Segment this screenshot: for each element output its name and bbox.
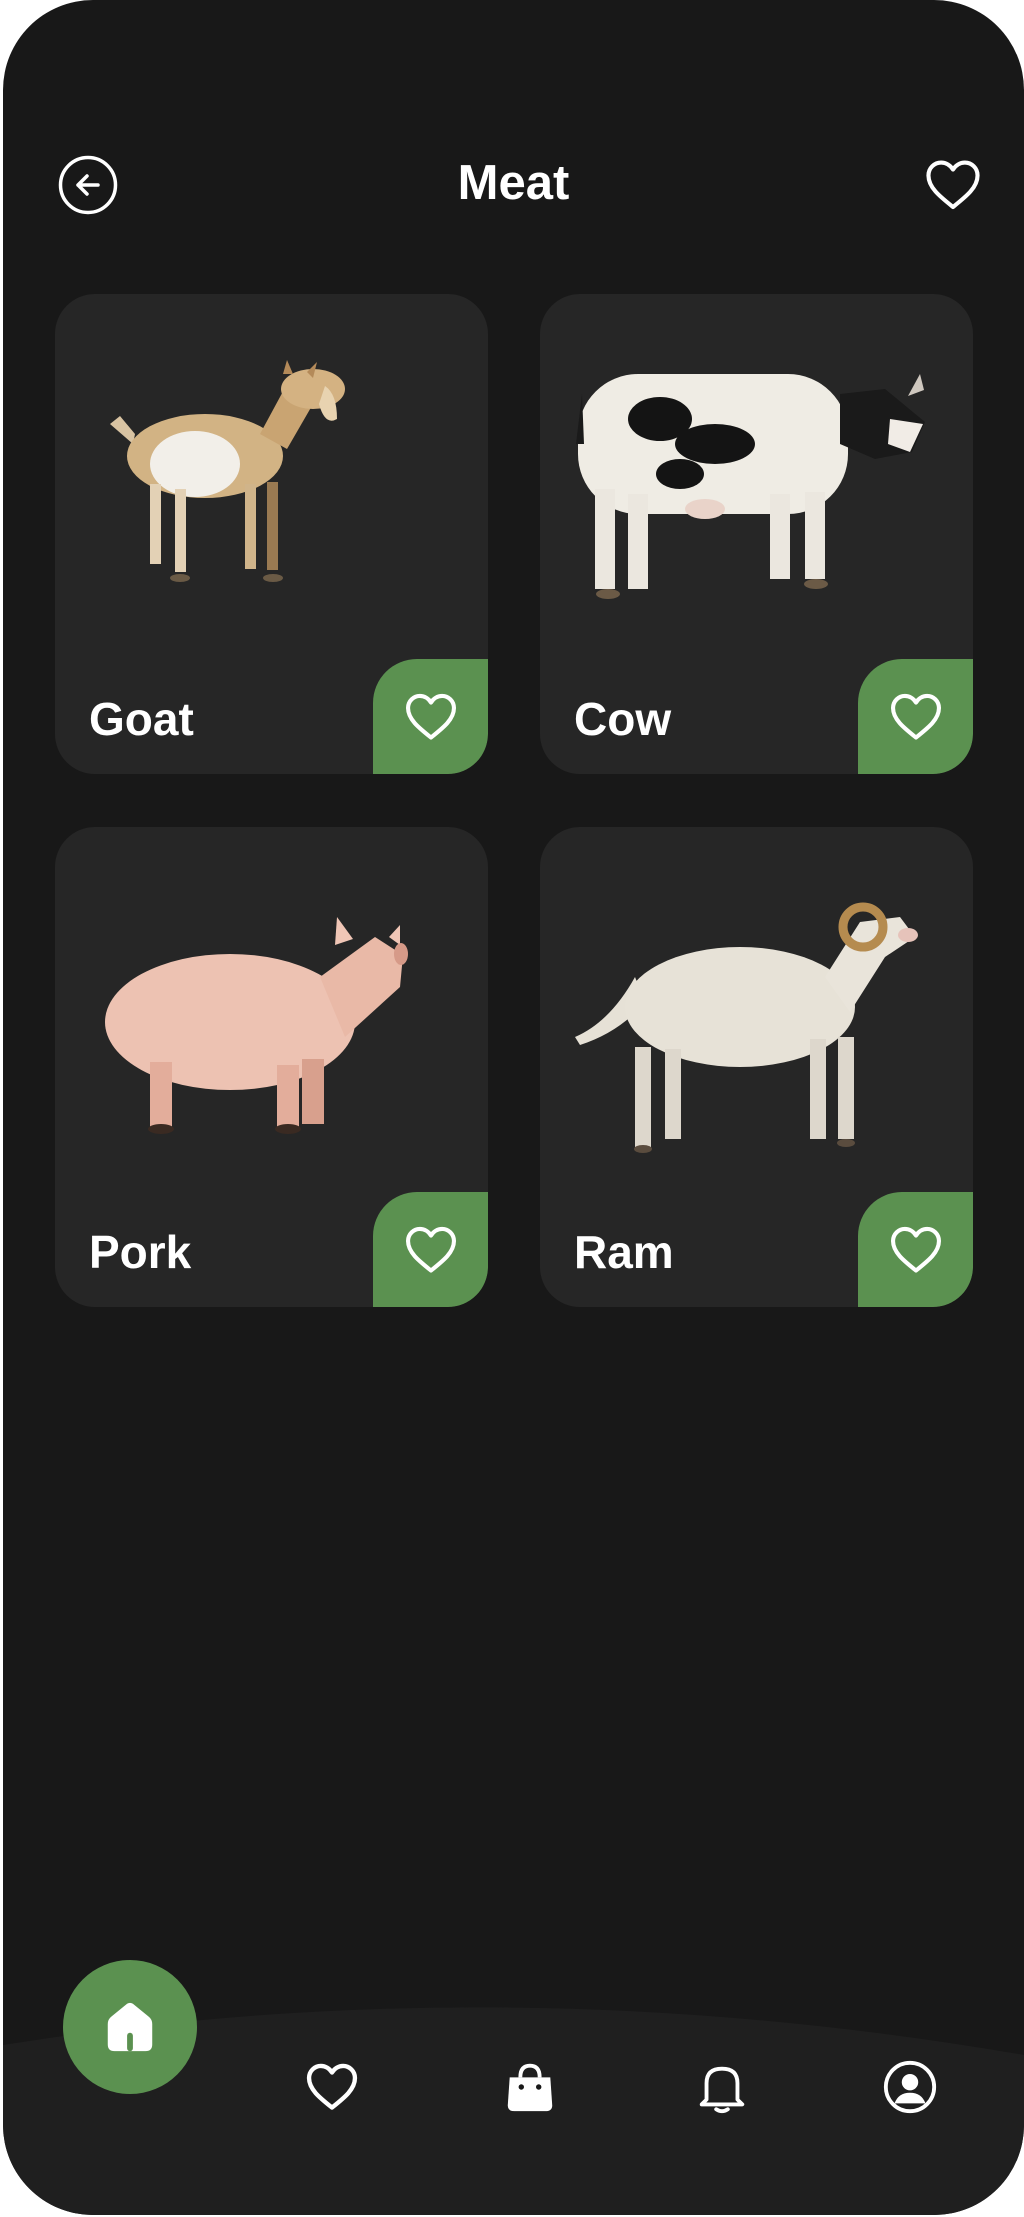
favorite-button[interactable] (858, 659, 973, 774)
shopping-bag-icon (507, 2063, 553, 2112)
heart-outline-icon (890, 1226, 941, 1273)
heart-outline-icon (890, 693, 941, 740)
nav-home-button[interactable] (63, 1960, 197, 2094)
page-title: Meat (457, 156, 570, 210)
home-icon (107, 2002, 153, 2052)
favorite-button[interactable] (373, 1192, 488, 1307)
product-card-pork[interactable]: Pork (55, 827, 488, 1307)
app-screen: Meat Goat Cow Pork Ram (3, 0, 1024, 2215)
heart-outline-icon (926, 160, 980, 210)
bell-icon (699, 2066, 745, 2114)
ram-image (575, 902, 918, 1153)
nav-profile-button[interactable] (881, 2058, 939, 2116)
goat-image (110, 360, 345, 582)
product-name: Ram (574, 1226, 674, 1278)
heart-outline-icon (306, 2063, 358, 2110)
product-card-ram[interactable]: Ram (540, 827, 973, 1307)
product-card-cow[interactable]: Cow (540, 294, 973, 774)
product-card-goat[interactable]: Goat (55, 294, 488, 774)
heart-outline-icon (405, 1226, 456, 1273)
nav-cart-button[interactable] (501, 2058, 559, 2116)
nav-notifications-button[interactable] (693, 2058, 751, 2116)
nav-favorites-button[interactable] (303, 2058, 361, 2116)
product-name: Cow (574, 693, 672, 745)
product-name: Goat (89, 693, 194, 745)
pig-image (105, 917, 408, 1134)
cow-image (576, 374, 925, 599)
product-name: Pork (89, 1226, 192, 1278)
user-circle-icon (883, 2060, 937, 2114)
favorites-button[interactable] (922, 154, 984, 216)
favorite-button[interactable] (858, 1192, 973, 1307)
favorite-button[interactable] (373, 659, 488, 774)
heart-outline-icon (405, 693, 456, 740)
header: Meat (3, 130, 1024, 240)
